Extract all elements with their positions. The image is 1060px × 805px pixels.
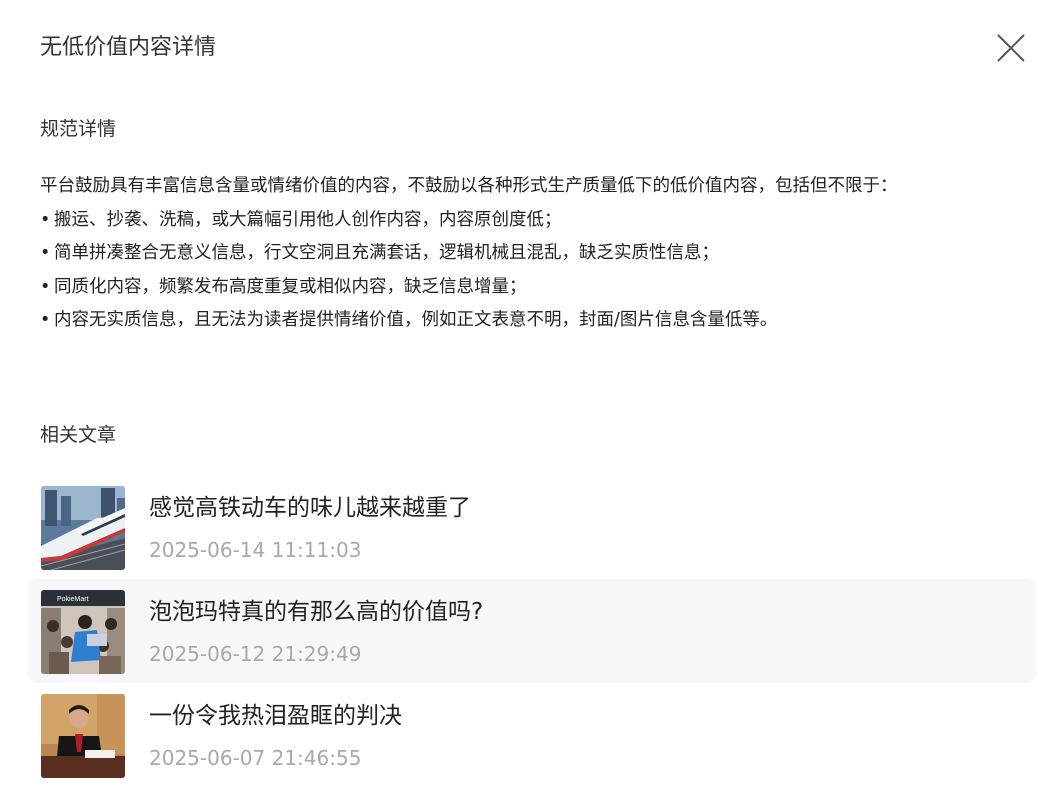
high-speed-train-thumbnail [41,486,125,570]
judge-courtroom-thumbnail [41,694,125,778]
rules-heading: 规范详情 [40,118,117,140]
rules-item: • 内容无实质信息，且无法为读者提供情绪价值，例如正文表意不明，封面/图片信息含量… [40,304,1020,338]
store-crowd-thumbnail: PokieMart [41,590,125,674]
rules-item: • 同质化内容，频繁发布高度重复或相似内容，缺乏信息增量； [40,271,1020,305]
rules-intro: 平台鼓励具有丰富信息含量或情绪价值的内容，不鼓励以各种形式生产质量低下的低价值内… [40,176,898,196]
related-article-item[interactable]: 一份令我热泪盈眶的判决 2025-06-07 21:46:55 [28,683,1036,787]
close-button[interactable] [994,31,1028,65]
bullet-marker: • [40,310,51,330]
rules-item-text: 同质化内容，频繁发布高度重复或相似内容，缺乏信息增量； [54,276,527,297]
related-heading: 相关文章 [40,424,117,446]
rules-item: • 简单拼凑整合无意义信息，行文空洞且充满套话，逻辑机械且混乱，缺乏实质性信息； [40,237,1020,271]
article-timestamp: 2025-06-12 21:29:49 [149,642,362,666]
rules-item-text: 搬运、抄袭、洗稿，或大篇幅引用他人创作内容，内容原创度低； [54,209,562,230]
rules-item-text: 简单拼凑整合无意义信息，行文空洞且充满套话，逻辑机械且混乱，缺乏实质性信息； [54,243,719,263]
article-timestamp: 2025-06-14 11:11:03 [149,538,362,562]
store-sign-text: PokieMart [57,596,89,603]
bullet-marker: • [40,276,51,297]
related-article-item[interactable]: 感觉高铁动车的味儿越来越重了 2025-06-14 11:11:03 [28,475,1036,579]
bullet-marker: • [40,209,51,230]
rules-item-text: 内容无实质信息，且无法为读者提供情绪价值，例如正文表意不明，封面/图片信息含量低… [54,310,778,330]
rules-item: • 搬运、抄袭、洗稿，或大篇幅引用他人创作内容，内容原创度低； [40,204,1020,238]
article-title[interactable]: 一份令我热泪盈眶的判决 [149,700,402,732]
close-icon [997,34,1025,62]
article-timestamp: 2025-06-07 21:46:55 [149,746,362,770]
related-articles-list: 感觉高铁动车的味儿越来越重了 2025-06-14 11:11:03 Pokie… [28,475,1036,787]
low-value-content-dialog: 无低价值内容详情 规范详情 平台鼓励具有丰富信息含量或情绪价值的内容，不鼓励以各… [0,0,1060,805]
article-title[interactable]: 感觉高铁动车的味儿越来越重了 [149,492,471,524]
bullet-marker: • [40,243,51,263]
related-article-item[interactable]: PokieMart 泡泡玛特真的有那么高的价值吗? 2025-06-12 21: [28,579,1036,683]
rules-content: 平台鼓励具有丰富信息含量或情绪价值的内容，不鼓励以各种形式生产质量低下的低价值内… [40,170,1020,338]
dialog-title: 无低价值内容详情 [40,35,217,60]
article-title[interactable]: 泡泡玛特真的有那么高的价值吗? [149,596,483,628]
rules-list: • 搬运、抄袭、洗稿，或大篇幅引用他人创作内容，内容原创度低； • 简单拼凑整合无意… [40,204,1020,338]
